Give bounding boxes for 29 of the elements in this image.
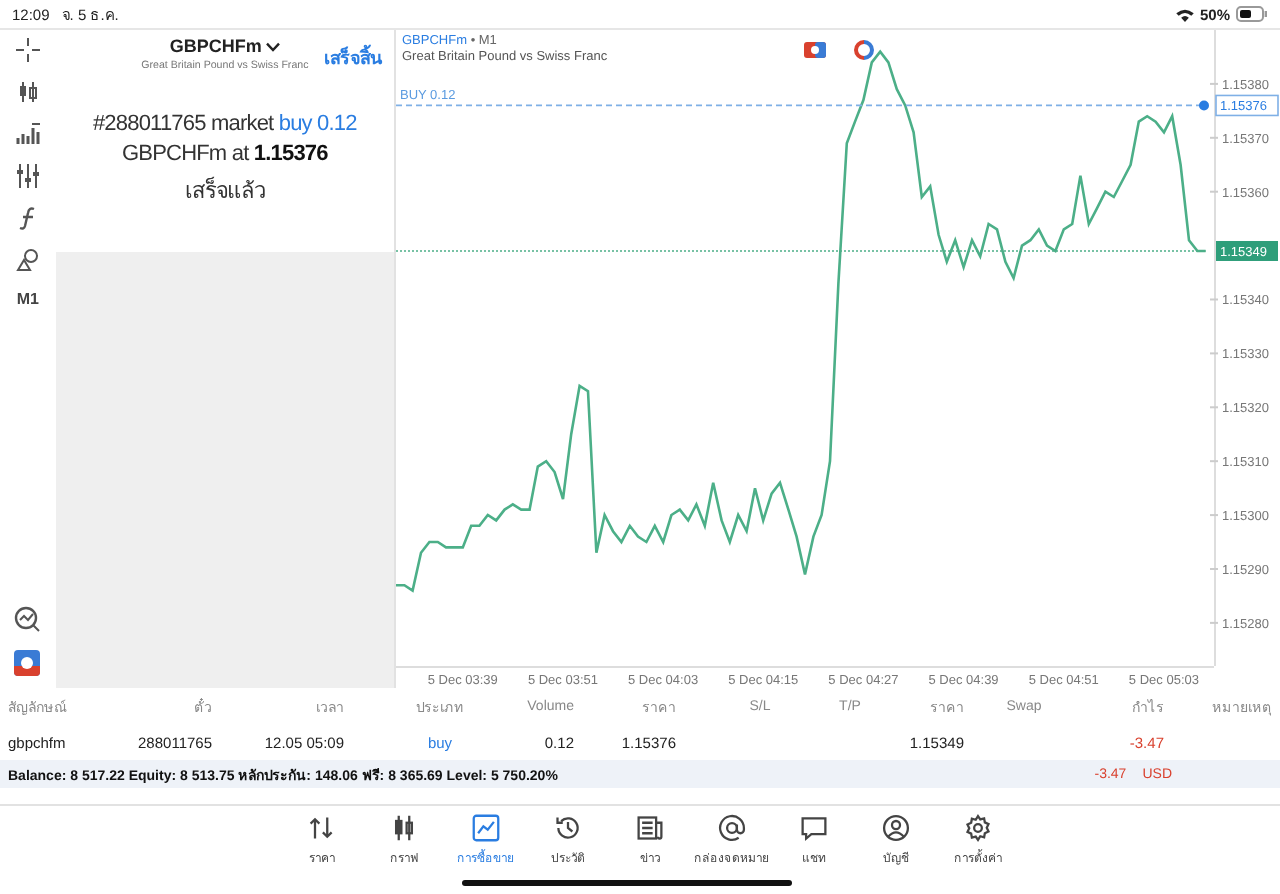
app-logo-icon[interactable] — [14, 650, 41, 676]
settings-icon — [964, 814, 992, 842]
rounded-square-icon[interactable] — [804, 42, 826, 58]
at-sign-icon — [718, 814, 746, 842]
crosshair-icon[interactable] — [15, 38, 40, 62]
shapes-icon[interactable] — [15, 248, 40, 272]
history-icon — [554, 814, 582, 842]
done-button[interactable]: เสร็จสิ้น — [324, 44, 382, 72]
chart-search-icon[interactable] — [14, 606, 41, 632]
chevron-down-icon[interactable] — [265, 41, 280, 51]
wifi-icon — [1175, 7, 1194, 21]
order-marker-icon[interactable] — [1199, 100, 1209, 111]
candlestick-icon[interactable] — [15, 80, 40, 104]
sort-arrows-icon — [308, 814, 336, 842]
timeframe-button[interactable]: M1 — [16, 290, 39, 308]
line-chart-icon — [472, 814, 500, 842]
candlestick-icon — [390, 814, 418, 842]
chat-icon — [800, 814, 828, 842]
order-result-text: #288011765 market buy 0.12 — [92, 112, 357, 136]
order-result-text: เสร็จแล้ว — [184, 174, 266, 208]
user-icon — [882, 814, 910, 842]
news-icon — [636, 814, 664, 842]
indicator-icon[interactable] — [15, 122, 40, 146]
order-result-text: GBPCHFm at 1.15376 — [122, 142, 328, 166]
symbol-title[interactable]: GBPCHFm — [169, 36, 262, 56]
ring-icon[interactable] — [854, 40, 874, 60]
function-icon[interactable] — [15, 206, 40, 230]
battery-icon — [1236, 6, 1268, 22]
sliders-icon[interactable] — [15, 164, 40, 188]
